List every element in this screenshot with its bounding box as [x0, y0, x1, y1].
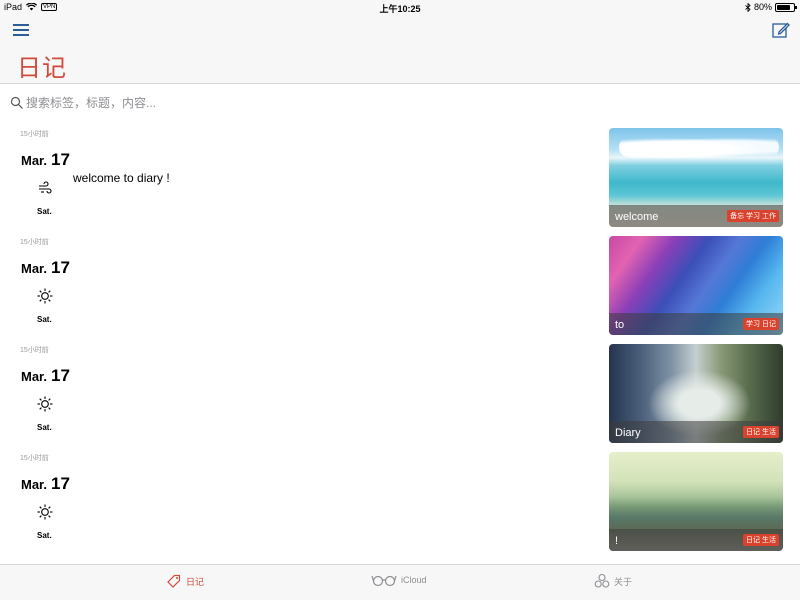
entry-month: Mar.: [21, 261, 48, 276]
sun-icon: [37, 504, 53, 520]
entry-time-ago: 15小时前: [20, 347, 49, 354]
entry-time-ago: 15小时前: [20, 455, 49, 462]
sun-icon: [37, 396, 53, 412]
entry-month: Mar.: [21, 153, 48, 168]
diary-entry[interactable]: 15小时前 Mar. 17 Sat. Diary 日记 生活: [0, 337, 800, 445]
entry-list: 15小时前 Mar. 17 Sat. welcome to diary ! we…: [0, 121, 800, 564]
entry-day: 17: [51, 474, 70, 493]
diary-entry[interactable]: 15小时前 Mar. 17 Sat. welcome to diary ! we…: [0, 121, 800, 229]
entry-weekday: Sat.: [37, 315, 52, 324]
battery-percent: 80%: [753, 2, 772, 12]
entry-thumbnail[interactable]: to 学习 日记: [609, 236, 783, 335]
tag-icon: [167, 574, 181, 588]
battery-icon: [775, 2, 797, 12]
thumbnail-title: Diary: [615, 427, 641, 439]
thumbnail-title: !: [615, 535, 619, 547]
glasses-icon: [371, 575, 397, 587]
tag-badge: 备忘 学习 工作: [727, 210, 779, 222]
search-icon: [10, 96, 23, 109]
tab-about-label: 关于: [614, 576, 633, 587]
menu-icon[interactable]: [13, 24, 29, 38]
entry-month: Mar.: [21, 369, 48, 384]
entry-date: Mar. 17: [21, 474, 70, 494]
app-window: { "status_bar": { "device": "iPad", "vpn…: [0, 0, 800, 600]
thumbnail-clouds: [619, 136, 779, 158]
entry-time-ago: 15小时前: [20, 239, 49, 246]
tag-badge: 日记 生活: [743, 426, 779, 438]
search-bar: [0, 85, 800, 121]
tag-badge: 学习 日记: [743, 318, 779, 330]
entry-day: 17: [51, 366, 70, 385]
entry-weekday: Sat.: [37, 207, 52, 216]
entry-day: 17: [51, 150, 70, 169]
tab-diary-label: 日记: [186, 576, 205, 587]
tab-diary[interactable]: 日记: [166, 573, 204, 589]
page-title: 日记: [17, 55, 67, 82]
tab-icloud-label: iCloud: [401, 575, 427, 585]
entry-weekday: Sat.: [37, 423, 52, 432]
diary-entry[interactable]: 15小时前 Mar. 17 Sat. ! 日记 生活: [0, 445, 800, 553]
status-bar: iPad VPN 上午10:25 80%: [0, 0, 800, 14]
tab-icloud[interactable]: iCloud: [371, 573, 427, 587]
thumbnail-title: to: [615, 319, 625, 331]
entry-day: 17: [51, 258, 70, 277]
diary-entry[interactable]: 15小时前 Mar. 17 Sat. to 学习 日记: [0, 229, 800, 337]
entry-thumbnail[interactable]: Diary 日记 生活: [609, 344, 783, 443]
search-input[interactable]: [26, 93, 526, 113]
entry-time-ago: 15小时前: [20, 131, 49, 138]
entry-date: Mar. 17: [21, 258, 70, 278]
tab-bar: 日记 iCloud 关于: [0, 564, 800, 600]
thumbnail-title: welcome: [615, 211, 659, 223]
tag-badge: 日记 生活: [743, 534, 779, 546]
sun-icon: [37, 288, 53, 304]
tab-about[interactable]: 关于: [594, 573, 632, 589]
battery-level: [777, 4, 790, 10]
wind-icon: [39, 181, 52, 194]
entry-weekday: Sat.: [37, 531, 52, 540]
compose-icon[interactable]: [771, 20, 791, 40]
bluetooth-icon: [745, 2, 751, 12]
entry-thumbnail[interactable]: ! 日记 生活: [609, 452, 783, 551]
entry-text: welcome to diary !: [73, 171, 170, 185]
entry-month: Mar.: [21, 477, 48, 492]
entry-thumbnail[interactable]: welcome 备忘 学习 工作: [609, 128, 783, 227]
circles-icon: [594, 573, 610, 588]
navigation-bar: 日记: [0, 14, 800, 84]
entry-date: Mar. 17: [21, 366, 70, 386]
entry-date: Mar. 17: [21, 150, 70, 170]
